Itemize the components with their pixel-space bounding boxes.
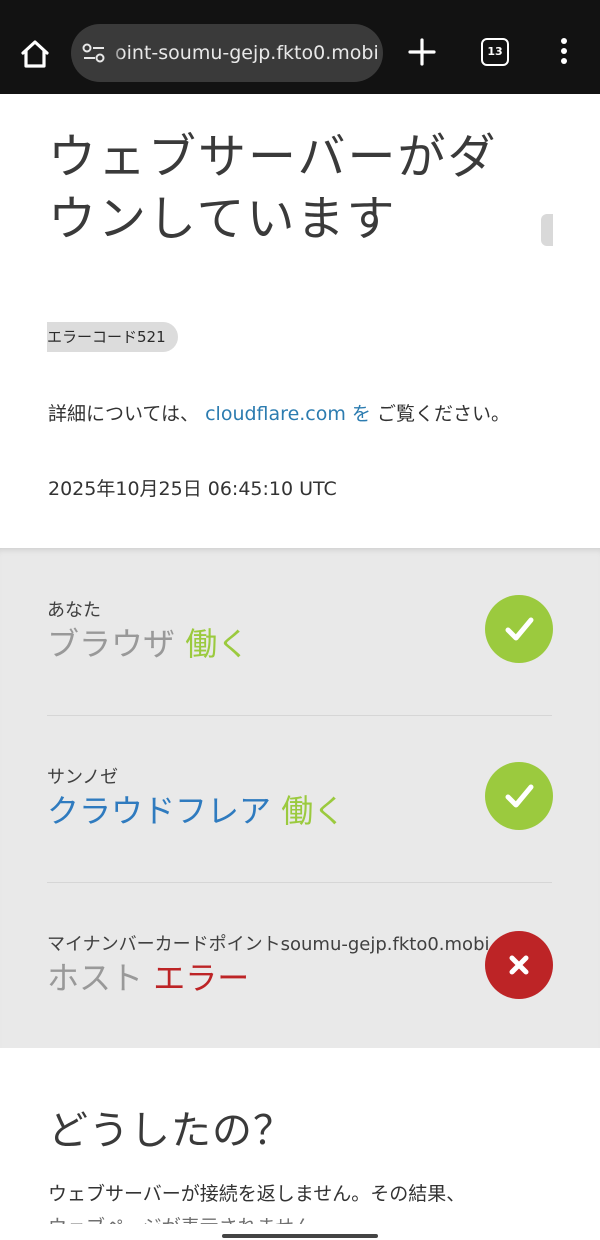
url-fade <box>109 24 123 82</box>
address-bar[interactable]: oint-soumu-gejp.fkto0.mobi <box>71 24 383 82</box>
status-location: マイナンバーカードポイントsoumu-gejp.fkto0.mobi <box>47 934 490 955</box>
section-text: ウェブサーバーが接続を返しません。その結果、 <box>48 1183 466 1205</box>
status-component: ブラウザ <box>47 625 176 663</box>
detail-suffix: ご覧ください。 <box>376 403 510 425</box>
cloudflare-link[interactable]: cloudflare.com を <box>205 403 371 425</box>
status-component: クラウドフレア <box>47 792 272 830</box>
status-name: クラウドフレア 働く <box>47 791 552 831</box>
status-row-browser: あなた ブラウザ 働く <box>47 596 552 664</box>
status-location: あなた <box>47 600 101 621</box>
status-component: ホスト <box>47 959 144 997</box>
check-icon <box>485 595 553 663</box>
tab-switcher-button[interactable]: 13 <box>481 38 509 66</box>
page-title: ウェブサーバーがダウンしています <box>48 129 498 247</box>
scroll-indicator <box>541 214 553 246</box>
divider <box>47 882 552 883</box>
detail-prefix: 詳細については、 <box>48 403 200 425</box>
error-x-icon <box>485 931 553 999</box>
home-icon[interactable] <box>14 34 56 74</box>
section-text-cut: ウェブページが表示されません。 <box>48 1212 558 1224</box>
status-name: ブラウザ 働く <box>47 624 552 664</box>
gesture-bar[interactable] <box>222 1234 378 1238</box>
status-row-cloudflare: サンノゼ クラウドフレア 働く <box>47 763 552 831</box>
timestamp: 2025年10月25日 06:45:10 UTC <box>48 478 337 500</box>
site-settings-icon[interactable] <box>81 41 107 65</box>
status-state: エラー <box>153 959 250 997</box>
status-name: ホスト エラー <box>47 958 552 998</box>
error-code-badge: エラーコード521 <box>47 322 178 352</box>
check-icon <box>485 762 553 830</box>
status-state: 働く <box>185 625 250 663</box>
status-row-host: マイナンバーカードポイントsoumu-gejp.fkto0.mobi ホスト エ… <box>47 930 552 998</box>
divider <box>47 715 552 716</box>
overflow-menu-icon[interactable] <box>556 38 572 68</box>
section-title: どうしたの？ <box>48 1108 294 1154</box>
status-panel: あなた ブラウザ 働く サンノゼ クラウドフレア 働く マイナンバーカードポイン… <box>0 548 600 1048</box>
status-location: サンノゼ <box>47 767 119 788</box>
status-state: 働く <box>281 792 346 830</box>
browser-toolbar: oint-soumu-gejp.fkto0.mobi 13 <box>0 0 600 94</box>
new-tab-icon[interactable] <box>406 36 438 68</box>
url-text: oint-soumu-gejp.fkto0.mobi <box>115 42 377 64</box>
detail-text: 詳細については、 cloudflare.com を ご覧ください。 <box>48 400 558 429</box>
